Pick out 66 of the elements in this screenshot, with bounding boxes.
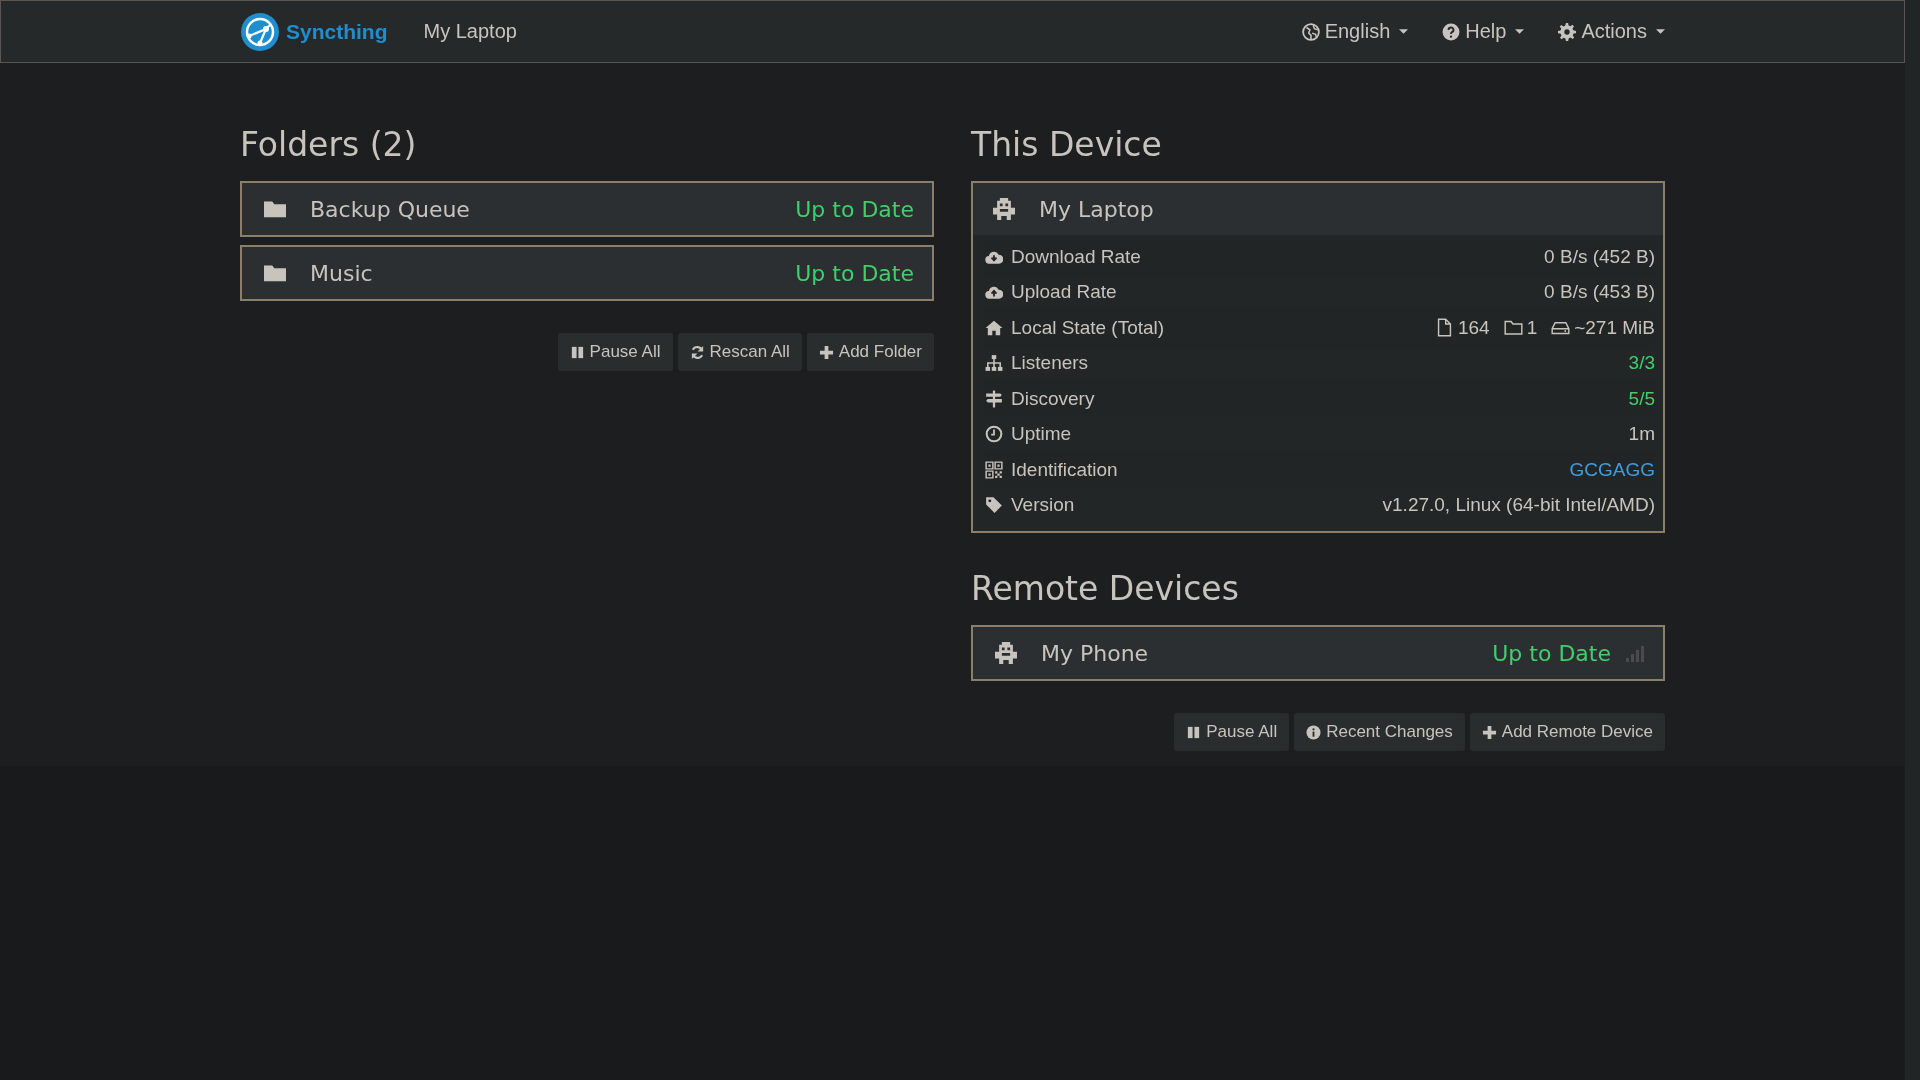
action-button[interactable]: Recent Changes (1294, 713, 1465, 751)
device-icon (995, 642, 1017, 664)
pause-icon (569, 344, 585, 360)
refresh-icon (689, 344, 705, 360)
logo-icon (240, 11, 280, 52)
folder-panel[interactable]: Backup Queue Up to Date (240, 181, 934, 237)
row-label: Download Rate (1011, 245, 1141, 268)
row-label: Discovery (1011, 387, 1095, 410)
row-label: Uptime (1011, 423, 1072, 446)
action-button[interactable]: Pause All (1174, 713, 1290, 751)
stat-value: ~271 MiB (1574, 316, 1655, 339)
row-label: Version (1011, 494, 1075, 517)
row-value: 1m (1628, 423, 1655, 446)
settings-icon (1558, 22, 1577, 41)
row-value: 3/3 (1628, 352, 1655, 375)
action-button[interactable]: Add Remote Device (1469, 713, 1665, 751)
row-label: Upload Rate (1011, 281, 1117, 304)
row-value: GCGAGG (1569, 458, 1655, 481)
brand-logo-link[interactable]: Syncthing (240, 11, 388, 52)
signal-icon (1625, 643, 1645, 663)
folder-name: Backup Queue (310, 196, 471, 222)
caret-icon (1515, 28, 1525, 35)
caret-icon (1399, 28, 1409, 35)
plus-icon (818, 344, 834, 360)
globe-icon (1301, 22, 1320, 41)
device-name: My Laptop (423, 20, 517, 43)
help-icon (1442, 22, 1461, 41)
device-name: My Phone (1041, 640, 1150, 666)
qr-code-icon (985, 460, 1003, 479)
stat-value: 164 (1457, 316, 1490, 339)
row-label: Identification (1011, 458, 1118, 481)
folder-icon (1503, 318, 1523, 338)
device-icon (993, 198, 1015, 220)
row-label: Listeners (1011, 352, 1089, 375)
row-label: Local State (Total) (1011, 316, 1165, 339)
row-value: 5/5 (1628, 387, 1655, 410)
row-value: 0 B/s (453 B) (1544, 281, 1655, 304)
menu-dropdown[interactable]: English (1301, 20, 1409, 43)
action-button[interactable]: Add Folder (806, 333, 934, 371)
network-icon (985, 354, 1003, 373)
status-text: Up to Date (1492, 640, 1611, 666)
stat-value: 1 (1526, 316, 1538, 339)
folder-name: Music (310, 260, 374, 286)
section-heading: This Device (971, 125, 1163, 164)
caret-icon (1656, 28, 1665, 35)
section-heading: Folders (2) (240, 125, 418, 164)
folder-icon (264, 198, 286, 220)
status-text: Up to Date (795, 196, 914, 222)
row-value: 0 B/s (452 B) (1544, 245, 1655, 268)
row-value: v1.27.0, Linux (64-bit Intel/AMD) (1382, 494, 1655, 517)
menu-dropdown[interactable]: Help (1442, 20, 1525, 43)
section-heading: Remote Devices (971, 569, 1240, 608)
device-name: My Laptop (1039, 196, 1155, 222)
clock-icon (985, 425, 1003, 444)
action-button[interactable]: Rescan All (677, 333, 802, 371)
info-icon (1306, 724, 1322, 740)
folder-icon (264, 262, 286, 284)
menu-dropdown[interactable]: Actions (1558, 20, 1665, 43)
home-icon (985, 318, 1003, 337)
folder-panel[interactable]: Music Up to Date (240, 245, 934, 301)
device-panel[interactable]: My Phone Up to Date (971, 625, 1665, 681)
status-text: Up to Date (795, 260, 914, 286)
signpost-icon (985, 389, 1003, 408)
pause-icon (1186, 724, 1202, 740)
action-button[interactable]: Pause All (557, 333, 673, 371)
plus-icon (1481, 724, 1497, 740)
